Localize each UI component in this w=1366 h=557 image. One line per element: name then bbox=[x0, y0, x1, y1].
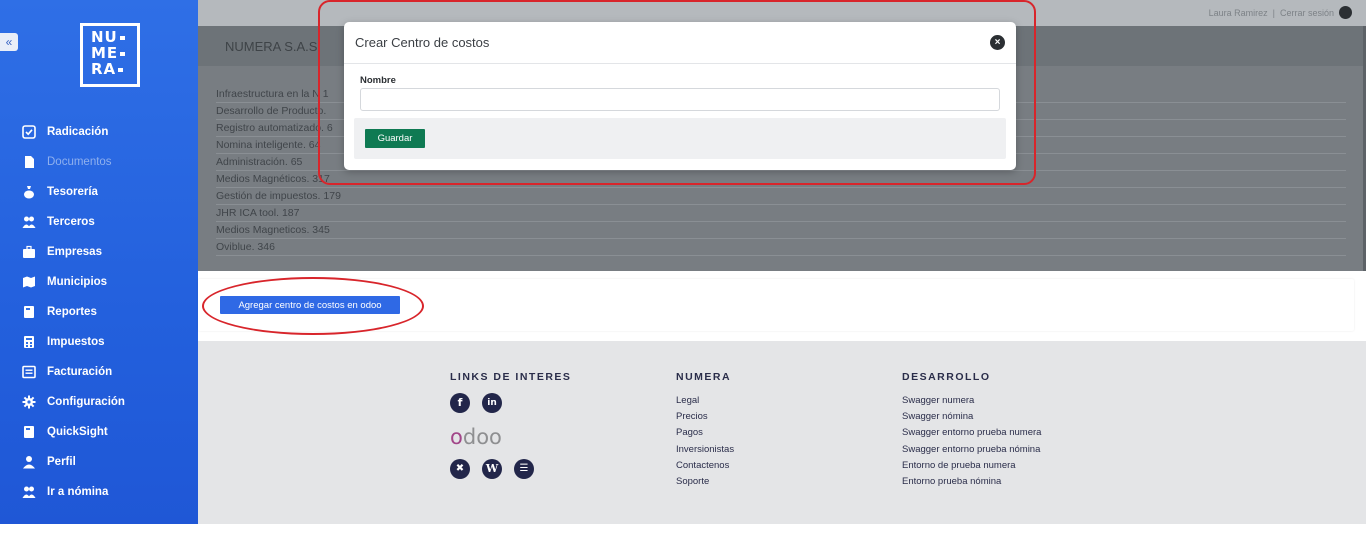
sidebar-item-configuracion[interactable]: Configuración bbox=[0, 387, 198, 417]
sidebar-item-ir-a-nomina[interactable]: Ir a nómina bbox=[0, 477, 198, 507]
sidebar-item-empresas[interactable]: Empresas bbox=[0, 237, 198, 267]
footer-link-swagger-test-numera[interactable]: Swagger entorno prueba numera bbox=[902, 425, 1041, 441]
list-item[interactable]: Medios Magneticos. 345 bbox=[216, 222, 1346, 239]
sidebar-item-label: Perfil bbox=[47, 456, 76, 468]
footer-link-swagger-numera[interactable]: Swagger numera bbox=[902, 393, 1041, 409]
numera-logo[interactable]: NU ME RA bbox=[80, 23, 140, 87]
sidebar-item-label: Reportes bbox=[47, 306, 97, 318]
footer: LINKS DE INTERES f in odoo ✖ W ☰ NUMERA … bbox=[198, 341, 1366, 524]
users-icon bbox=[22, 485, 36, 499]
sidebar-item-facturacion[interactable]: Facturación bbox=[0, 357, 198, 387]
list-item[interactable]: JHR ICA tool. 187 bbox=[216, 205, 1346, 222]
sidebar-item-quicksight[interactable]: QuickSight bbox=[0, 417, 198, 447]
sidebar-nav: Radicación Documentos Tesorería Terceros… bbox=[0, 117, 198, 507]
wikipedia-icon[interactable]: W bbox=[482, 459, 502, 479]
footer-link-swagger-test-nomina[interactable]: Swagger entorno prueba nómina bbox=[902, 442, 1041, 458]
users-icon bbox=[22, 215, 36, 229]
user-avatar-icon[interactable] bbox=[1339, 6, 1352, 19]
document-icon bbox=[22, 155, 36, 169]
sidebar-item-label: Terceros bbox=[47, 216, 95, 228]
footer-link-swagger-nomina[interactable]: Swagger nómina bbox=[902, 409, 1041, 425]
sidebar-item-label: Empresas bbox=[47, 246, 102, 258]
sidebar-item-label: Tesorería bbox=[47, 186, 98, 198]
calculator-icon bbox=[22, 335, 36, 349]
spacer bbox=[198, 271, 1366, 279]
footer-dev-title: DESARROLLO bbox=[902, 371, 991, 383]
support-icon[interactable]: ☰ bbox=[514, 459, 534, 479]
money-bag-icon bbox=[22, 185, 36, 199]
list-item[interactable]: Gestión de impuestos. 179 bbox=[216, 188, 1346, 205]
sidebar-item-municipios[interactable]: Municipios bbox=[0, 267, 198, 297]
sidebar: « NU ME RA Radicación Documentos Tesorer… bbox=[0, 0, 198, 524]
collapse-sidebar-button[interactable]: « bbox=[0, 33, 18, 51]
sidebar-item-label: Municipios bbox=[47, 276, 108, 288]
footer-links-title: LINKS DE INTERES bbox=[450, 371, 572, 383]
odoo-text: doo bbox=[462, 425, 502, 449]
footer-link-legal[interactable]: Legal bbox=[676, 393, 734, 409]
footer-links-column: LINKS DE INTERES f in odoo ✖ W ☰ bbox=[450, 371, 571, 491]
sidebar-item-terceros[interactable]: Terceros bbox=[0, 207, 198, 237]
sidebar-item-perfil[interactable]: Perfil bbox=[0, 447, 198, 477]
sidebar-item-documentos[interactable]: Documentos bbox=[0, 147, 198, 177]
map-icon bbox=[22, 275, 36, 289]
sidebar-item-label: QuickSight bbox=[47, 426, 108, 438]
invoice-icon bbox=[22, 365, 36, 379]
footer-link-precios[interactable]: Precios bbox=[676, 409, 734, 425]
sidebar-item-label: Facturación bbox=[47, 366, 113, 378]
list-item[interactable]: Oviblue. 346 bbox=[216, 239, 1346, 256]
company-name: NUMERA S.A.S bbox=[225, 39, 318, 54]
gear-icon bbox=[22, 395, 36, 409]
linkedin-icon[interactable]: in bbox=[482, 393, 502, 413]
separator: | bbox=[1272, 7, 1275, 18]
logout-link[interactable]: Cerrar sesión bbox=[1280, 8, 1334, 18]
footer-link-inversionistas[interactable]: Inversionistas bbox=[676, 442, 734, 458]
sidebar-item-label: Radicación bbox=[47, 126, 109, 138]
sidebar-item-label: Documentos bbox=[47, 156, 112, 168]
book-icon bbox=[22, 305, 36, 319]
sidebar-item-label: Ir a nómina bbox=[47, 486, 109, 498]
sidebar-item-reportes[interactable]: Reportes bbox=[0, 297, 198, 327]
checkbox-icon bbox=[22, 125, 36, 139]
confluence-icon[interactable]: ✖ bbox=[450, 459, 470, 479]
user-name: Laura Ramirez bbox=[1208, 7, 1268, 18]
footer-link-test-numera[interactable]: Entorno de prueba numera bbox=[902, 458, 1041, 474]
facebook-icon[interactable]: f bbox=[450, 393, 470, 413]
footer-link-pagos[interactable]: Pagos bbox=[676, 425, 734, 441]
odoo-logo[interactable]: odoo bbox=[450, 425, 571, 449]
sidebar-item-impuestos[interactable]: Impuestos bbox=[0, 327, 198, 357]
page-bottom bbox=[0, 524, 1366, 557]
footer-link-soporte[interactable]: Soporte bbox=[676, 474, 734, 490]
sidebar-item-label: Configuración bbox=[47, 396, 125, 408]
logo-text-3: RA bbox=[91, 60, 117, 78]
user-links: Laura Ramirez | Cerrar sesión bbox=[1209, 6, 1352, 19]
user-icon bbox=[22, 455, 36, 469]
book-icon bbox=[22, 425, 36, 439]
annotation-highlight-ellipse bbox=[202, 277, 424, 335]
annotation-highlight-rect bbox=[318, 0, 1036, 185]
sidebar-item-tesoreria[interactable]: Tesorería bbox=[0, 177, 198, 207]
briefcase-icon bbox=[22, 245, 36, 259]
sidebar-item-radicacion[interactable]: Radicación bbox=[0, 117, 198, 147]
footer-numera-title: NUMERA bbox=[676, 371, 732, 383]
footer-dev-column: DESARROLLO Swagger numera Swagger nómina… bbox=[902, 371, 1041, 490]
footer-numera-column: NUMERA Legal Precios Pagos Inversionista… bbox=[676, 371, 734, 490]
footer-link-contactenos[interactable]: Contactenos bbox=[676, 458, 734, 474]
footer-link-test-nomina[interactable]: Entorno prueba nómina bbox=[902, 474, 1041, 490]
sidebar-item-label: Impuestos bbox=[47, 336, 105, 348]
